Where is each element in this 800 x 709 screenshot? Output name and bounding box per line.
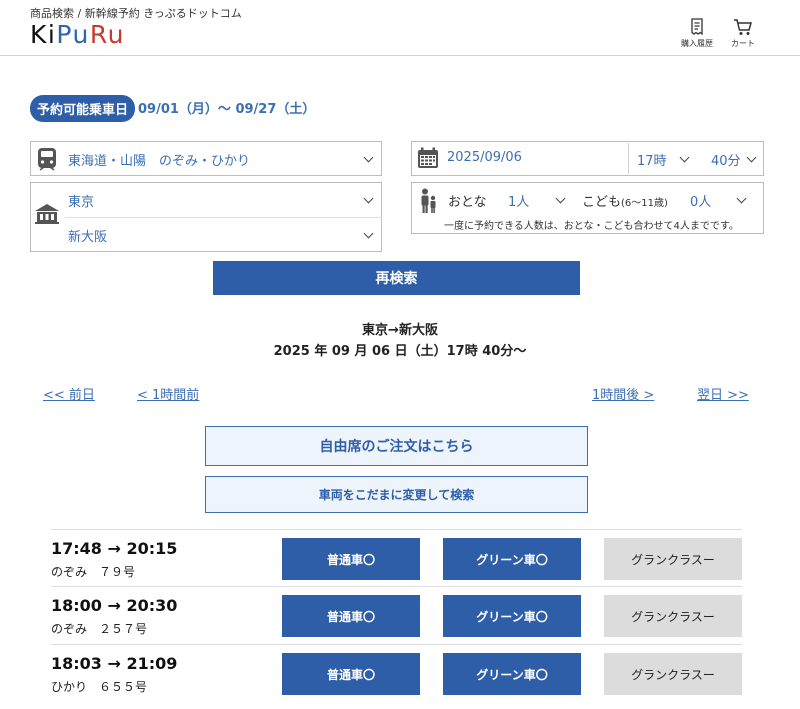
- change-to-kodama-button[interactable]: 車両をこだまに変更して検索: [205, 476, 588, 513]
- train-name: のぞみ ２５７号: [51, 622, 148, 636]
- train-name: ひかり ６５５号: [51, 680, 148, 694]
- green-car-button[interactable]: グリーン車〇: [443, 653, 581, 695]
- hour-select[interactable]: 17時: [629, 142, 697, 175]
- train-time: 17:48 → 20:15: [51, 539, 178, 558]
- logo-letter: u: [72, 20, 90, 49]
- ordinary-car-button[interactable]: 普通車〇: [282, 595, 420, 637]
- from-station-value: 東京: [68, 195, 95, 210]
- adult-label: おとな: [448, 195, 487, 210]
- child-label-text: こども: [582, 195, 622, 210]
- purchase-history-label: 購入履歴: [681, 39, 713, 48]
- train-row: 17:48 → 20:15 のぞみ ７９号 普通車〇 グリーン車〇 グランクラス…: [51, 529, 742, 587]
- chevron-down-icon: [679, 152, 690, 163]
- datetime-select: 2025/09/06 17時 40分: [411, 141, 764, 176]
- free-seat-order-button[interactable]: 自由席のご注文はこちら: [205, 426, 588, 466]
- child-count-value: 0人: [690, 195, 712, 210]
- logo-letter: R: [89, 20, 108, 49]
- cart-icon: [734, 19, 752, 35]
- gran-class-button: グランクラスー: [604, 653, 742, 695]
- prev-day-link[interactable]: << 前日: [43, 384, 95, 403]
- gran-class-button: グランクラスー: [604, 595, 742, 637]
- next-hour-link[interactable]: 1時間後 >: [592, 384, 654, 403]
- chevron-down-icon: [363, 152, 374, 163]
- adult-count-select[interactable]: 1人: [500, 183, 572, 213]
- adult-count-value: 1人: [508, 195, 530, 210]
- train-time: 18:03 → 21:09: [51, 654, 178, 673]
- chevron-down-icon: [363, 228, 374, 239]
- bookable-period-range: 09/01（月）～ 09/27（土）: [138, 102, 316, 117]
- research-button[interactable]: 再検索: [213, 261, 580, 295]
- logo-letter: u: [107, 20, 125, 49]
- passengers-icon: [421, 188, 436, 213]
- child-age-range: (6～11歳): [621, 198, 668, 209]
- minute-select[interactable]: 40分: [702, 142, 764, 175]
- ordinary-car-button[interactable]: 普通車〇: [282, 653, 420, 695]
- chevron-down-icon: [746, 152, 757, 163]
- logo-letter: K: [30, 20, 48, 49]
- receipt-icon: [691, 18, 703, 36]
- site-header: 商品検索 / 新幹線予約 きっぷるドットコム KiPuRu 購入履歴 カート: [0, 0, 800, 56]
- ordinary-car-button[interactable]: 普通車〇: [282, 538, 420, 580]
- passenger-select: おとな 1人 こども(6～11歳) 0人 一度に予約できる人数は、おとな・こども…: [411, 182, 764, 234]
- station-icon: [35, 204, 59, 224]
- date-value[interactable]: 2025/09/06: [447, 150, 522, 165]
- logo-letter: P: [56, 20, 73, 49]
- child-label: こども(6～11歳): [582, 191, 668, 210]
- to-station-value: 新大阪: [68, 230, 108, 245]
- bookable-period-badge: 予約可能乗車日: [30, 95, 136, 122]
- cart-button[interactable]: カート: [723, 18, 763, 49]
- minute-value: 40分: [711, 154, 741, 169]
- passenger-limit-note: 一度に予約できる人数は、おとな・こども合わせて4人までです。: [444, 221, 739, 232]
- child-count-select[interactable]: 0人: [682, 183, 764, 213]
- route-title: 東京→新大阪: [362, 323, 438, 338]
- train-time: 18:00 → 20:30: [51, 596, 178, 615]
- line-value: 東海道・山陽 のぞみ・ひかり: [68, 154, 251, 169]
- green-car-button[interactable]: グリーン車〇: [443, 538, 581, 580]
- line-select[interactable]: 東海道・山陽 のぞみ・ひかり: [30, 141, 382, 176]
- calendar-icon: [418, 147, 438, 168]
- train-row: 18:00 → 20:30 のぞみ ２５７号 普通車〇 グリーン車〇 グランクラ…: [51, 586, 742, 644]
- chevron-down-icon: [736, 193, 747, 204]
- route-datetime: 2025 年 09 月 06 日（土）17時 40分～: [273, 344, 527, 359]
- purchase-history-button[interactable]: 購入履歴: [677, 18, 717, 49]
- to-station-select[interactable]: 新大阪: [65, 218, 382, 252]
- prev-hour-link[interactable]: < 1時間前: [137, 384, 199, 403]
- gran-class-button: グランクラスー: [604, 538, 742, 580]
- from-station-select[interactable]: 東京: [65, 183, 382, 218]
- train-icon: [38, 148, 56, 171]
- next-day-link[interactable]: 翌日 >>: [697, 384, 749, 403]
- train-row: 18:03 → 21:09 ひかり ６５５号 普通車〇 グリーン車〇 グランクラ…: [51, 644, 742, 702]
- chevron-down-icon: [363, 193, 374, 204]
- chevron-down-icon: [555, 193, 566, 204]
- cart-label: カート: [731, 39, 755, 48]
- hour-value: 17時: [637, 154, 667, 169]
- breadcrumb: 商品検索 / 新幹線予約 きっぷるドットコム: [30, 7, 242, 20]
- train-name: のぞみ ７９号: [51, 565, 136, 579]
- green-car-button[interactable]: グリーン車〇: [443, 595, 581, 637]
- site-logo[interactable]: KiPuRu: [30, 20, 125, 49]
- station-select: 東京 新大阪: [30, 182, 382, 252]
